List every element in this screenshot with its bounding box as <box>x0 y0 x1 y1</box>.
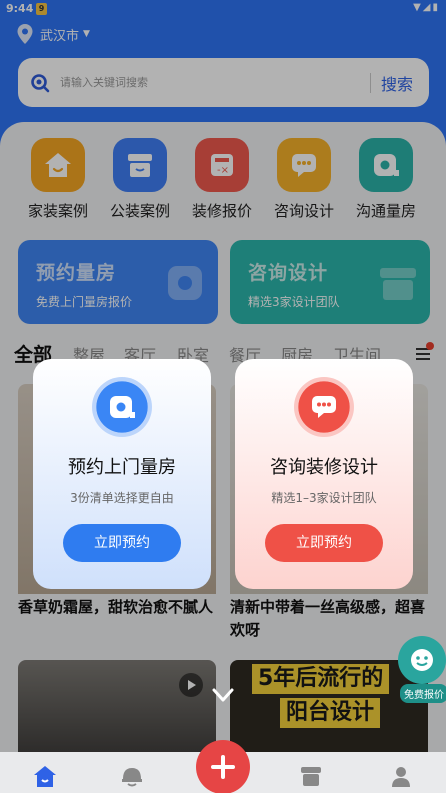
book-now-button[interactable]: 立即预约 <box>265 524 383 562</box>
collapse-chevron-icon[interactable] <box>212 686 234 704</box>
free-quote-float-button[interactable]: 免费报价 <box>398 636 446 703</box>
home-icon[interactable] <box>33 764 57 788</box>
store-icon[interactable] <box>299 764 323 788</box>
add-icon <box>211 755 235 779</box>
add-button[interactable] <box>196 740 250 793</box>
customer-service-icon <box>398 636 446 684</box>
popup-subtitle: 3份清单选择更自由 <box>70 491 174 505</box>
free-quote-label: 免费报价 <box>400 684 446 703</box>
chat-icon <box>294 377 354 437</box>
popup-design-consult: 咨询装修设计 精选1–3家设计团队 立即预约 <box>235 359 413 589</box>
popup-book-measure: 预约上门量房 3份清单选择更自由 立即预约 <box>33 359 211 589</box>
profile-icon[interactable] <box>389 764 413 788</box>
tape-measure-icon <box>92 377 152 437</box>
popup-title: 预约上门量房 <box>68 457 176 478</box>
popup-subtitle: 精选1–3家设计团队 <box>271 491 377 505</box>
book-now-button[interactable]: 立即预约 <box>63 524 181 562</box>
helmet-icon[interactable] <box>120 764 144 788</box>
popup-title: 咨询装修设计 <box>270 457 378 478</box>
